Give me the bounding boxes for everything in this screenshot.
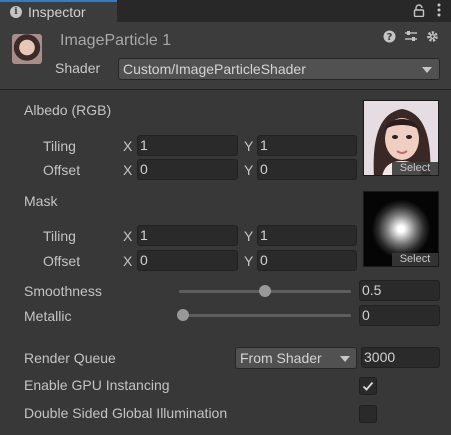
albedo-texture-slot[interactable]: Select <box>363 100 439 176</box>
mask-offset-y-label: Y <box>244 253 254 269</box>
svg-text:?: ? <box>387 32 393 43</box>
more-options-icon[interactable] <box>437 3 441 20</box>
albedo-select-button[interactable]: Select <box>392 162 438 175</box>
metallic-slider-handle[interactable] <box>177 309 189 321</box>
albedo-tiling-y-field[interactable]: 1 <box>257 135 357 156</box>
mask-offset-y-field[interactable]: 0 <box>257 250 357 271</box>
mask-offset-x-label: X <box>123 253 133 269</box>
smoothness-slider-handle[interactable] <box>259 285 271 297</box>
albedo-offset-x-field[interactable]: 0 <box>137 159 238 180</box>
albedo-tiling-label: Tiling <box>43 138 76 154</box>
mask-tiling-y-field[interactable]: 1 <box>257 225 357 246</box>
mask-offset-label: Offset <box>43 253 81 269</box>
mask-tiling-x-field[interactable]: 1 <box>137 225 238 246</box>
render-queue-mode: From Shader <box>240 350 322 366</box>
mask-offset-x-field[interactable]: 0 <box>137 250 238 271</box>
material-preview-thumbnail <box>12 34 42 64</box>
smoothness-label: Smoothness <box>24 283 102 299</box>
mask-tiling-x-label: X <box>123 228 133 244</box>
tab-inspector[interactable]: i Inspector <box>0 0 117 22</box>
mask-label: Mask <box>24 193 58 209</box>
metallic-value-field[interactable]: 0 <box>359 305 440 326</box>
mask-tiling-label: Tiling <box>43 228 76 244</box>
lock-icon[interactable] <box>413 3 425 20</box>
metallic-slider-track[interactable] <box>179 314 351 317</box>
albedo-tiling-x-field[interactable]: 1 <box>137 135 238 156</box>
checkmark-icon <box>362 381 374 391</box>
info-icon: i <box>10 6 22 18</box>
double-sided-gi-checkbox[interactable] <box>359 405 377 423</box>
mask-texture-slot[interactable]: Select <box>363 191 439 267</box>
shader-value: Custom/ImageParticleShader <box>123 61 306 77</box>
albedo-offset-y-label: Y <box>244 162 254 178</box>
tab-title: Inspector <box>28 4 86 20</box>
preset-sliders-icon[interactable] <box>404 30 418 46</box>
chevron-down-icon <box>340 356 350 362</box>
help-icon[interactable]: ? <box>383 30 396 46</box>
settings-gear-icon[interactable] <box>426 30 439 46</box>
albedo-tiling-x-label: X <box>123 138 133 154</box>
metallic-label: Metallic <box>24 308 72 324</box>
object-name: ImageParticle 1 <box>60 32 172 49</box>
albedo-tiling-y-label: Y <box>244 138 254 154</box>
render-queue-value-field[interactable]: 3000 <box>361 347 440 368</box>
render-queue-dropdown[interactable]: From Shader <box>235 347 357 369</box>
albedo-offset-x-label: X <box>123 162 133 178</box>
mask-tiling-y-label: Y <box>244 228 254 244</box>
albedo-offset-label: Offset <box>43 162 81 178</box>
shader-label: Shader <box>55 60 101 76</box>
shader-dropdown[interactable]: Custom/ImageParticleShader <box>118 58 440 80</box>
gpu-instancing-checkbox[interactable] <box>359 377 377 395</box>
double-sided-gi-label: Double Sided Global Illumination <box>24 405 228 421</box>
material-header: ImageParticle 1 ? Shader Custom/ImagePar… <box>0 22 451 90</box>
albedo-offset-y-field[interactable]: 0 <box>257 159 357 180</box>
chevron-down-icon <box>422 67 432 73</box>
smoothness-value-field[interactable]: 0.5 <box>359 280 440 301</box>
albedo-label: Albedo (RGB) <box>24 102 112 118</box>
render-queue-label: Render Queue <box>24 350 116 366</box>
tab-bar: i Inspector <box>0 0 451 22</box>
mask-select-button[interactable]: Select <box>392 253 438 266</box>
gpu-instancing-label: Enable GPU Instancing <box>24 377 170 393</box>
